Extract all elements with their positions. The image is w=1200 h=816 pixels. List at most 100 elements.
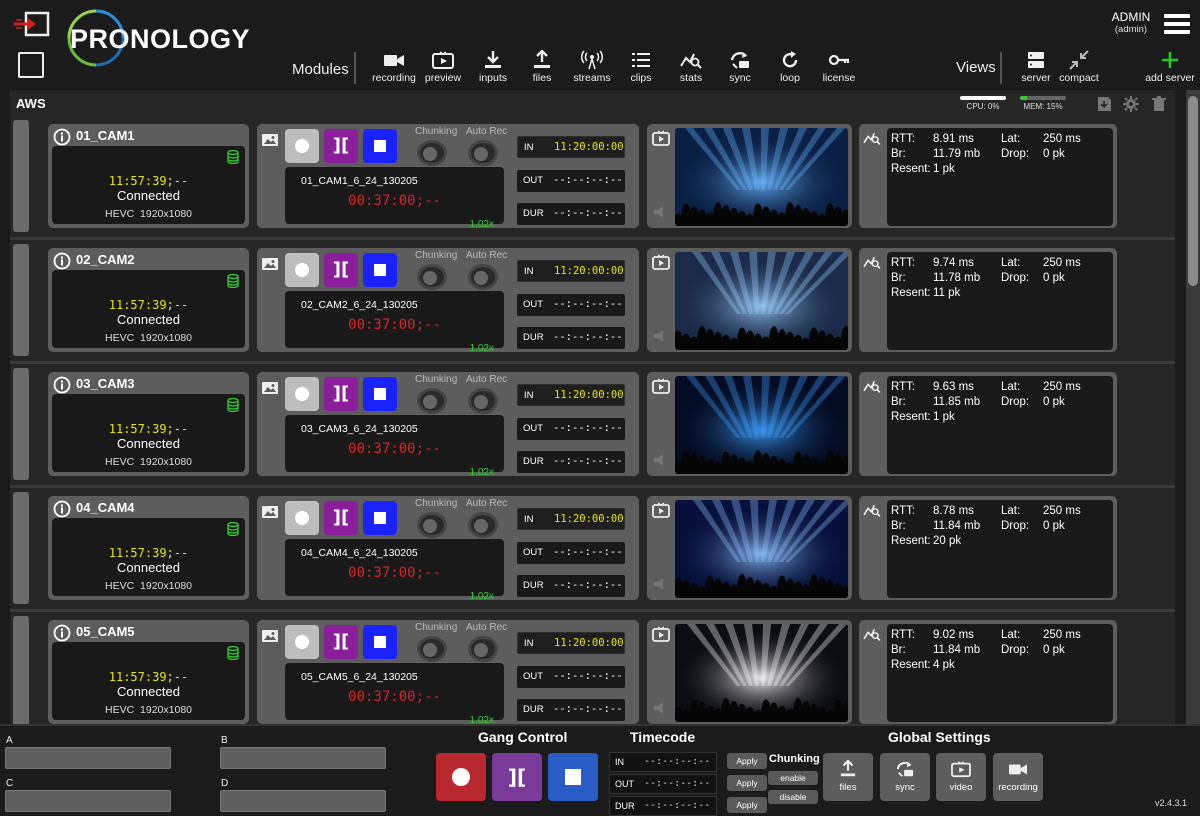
tc-in-field[interactable]: IN 11:20:00:00 [517,632,625,654]
auto-rec-toggle[interactable] [468,388,498,414]
image-icon[interactable] [261,380,279,396]
tc-dur-field[interactable]: DUR --:--:--:-- [517,575,625,597]
field-d-input[interactable] [220,790,386,812]
tv-play-icon[interactable] [652,130,670,146]
camera-preview-image[interactable] [675,376,848,474]
user-menu[interactable]: ADMIN (admin) [1108,10,1154,35]
tv-play-icon[interactable] [652,502,670,518]
save-icon[interactable] [1096,96,1112,112]
hamburger-menu-icon[interactable] [1164,14,1190,34]
apply-out-button[interactable]: Apply [727,775,767,791]
info-icon[interactable] [53,500,71,518]
record-button[interactable] [285,129,319,163]
split-button[interactable]: ][ [324,377,358,411]
stats-icon[interactable] [863,378,881,394]
stop-button[interactable] [363,253,397,287]
image-icon[interactable] [261,628,279,644]
image-icon[interactable] [261,504,279,520]
info-icon[interactable] [53,128,71,146]
stop-button[interactable] [363,377,397,411]
volume-icon[interactable] [652,700,670,716]
info-icon[interactable] [53,624,71,642]
camera-preview-image[interactable] [675,500,848,598]
auto-rec-toggle[interactable] [468,264,498,290]
gang-stop-button[interactable] [548,753,598,801]
chunking-toggle[interactable] [417,264,447,290]
split-button[interactable]: ][ [324,129,358,163]
chunking-enable-button[interactable]: enable [768,771,818,785]
gang-record-button[interactable] [436,753,486,801]
global-recording-button[interactable]: recording [993,753,1043,801]
gear-icon[interactable] [1123,96,1139,112]
apply-in-button[interactable]: Apply [727,753,767,769]
chunking-toggle[interactable] [417,512,447,538]
exit-icon[interactable] [12,10,52,38]
tc-in-field[interactable]: IN 11:20:00:00 [517,508,625,530]
split-button[interactable]: ][ [324,253,358,287]
camera-preview-image[interactable] [675,128,848,226]
tc-out-field[interactable]: OUT --:--:--:-- [517,170,625,192]
record-button[interactable] [285,377,319,411]
stats-icon[interactable] [863,502,881,518]
auto-rec-toggle[interactable] [468,636,498,662]
tc-in-field[interactable]: IN 11:20:00:00 [517,260,625,282]
view-add-server-button[interactable]: add server [1140,50,1200,88]
tc-dur-field[interactable]: DUR --:--:--:-- [517,699,625,721]
stop-button[interactable] [363,129,397,163]
volume-icon[interactable] [652,576,670,592]
stats-icon[interactable] [863,130,881,146]
volume-icon[interactable] [652,328,670,344]
drag-handle[interactable] [13,244,29,356]
tc-dur-field[interactable]: DUR --:--:--:-- [517,203,625,225]
chunking-disable-button[interactable]: disable [768,790,818,804]
stats-icon[interactable] [863,626,881,642]
view-compact-button[interactable]: compact [1049,50,1109,88]
image-icon[interactable] [261,256,279,272]
tc-dur-field[interactable]: DUR --:--:--:-- [517,451,625,473]
auto-rec-toggle[interactable] [468,512,498,538]
tc-in-field[interactable]: IN 11:20:00:00 [517,136,625,158]
global-files-button[interactable]: files [823,753,873,801]
split-button[interactable]: ][ [324,625,358,659]
apply-dur-button[interactable]: Apply [727,797,767,813]
volume-icon[interactable] [652,204,670,220]
chunking-toggle[interactable] [417,140,447,166]
drag-handle[interactable] [13,368,29,480]
stats-icon[interactable] [863,254,881,270]
tc-out-field[interactable]: OUT --:--:--:-- [517,666,625,688]
select-all-checkbox[interactable] [18,52,44,78]
tc-dur-field[interactable]: DUR --:--:--:-- [517,327,625,349]
info-icon[interactable] [53,252,71,270]
gang-split-button[interactable]: ][ [492,753,542,801]
field-b-input[interactable] [220,747,386,769]
scrollbar-thumb[interactable] [1188,96,1198,286]
tv-play-icon[interactable] [652,378,670,394]
tc-out-field[interactable]: OUT --:--:--:-- [517,294,625,316]
trash-icon[interactable] [1151,96,1167,112]
tv-play-icon[interactable] [652,626,670,642]
drag-handle[interactable] [13,120,29,232]
camera-preview-image[interactable] [675,252,848,350]
module-license-button[interactable]: license [809,50,869,88]
tc-out-field[interactable]: OUT --:--:--:-- [517,418,625,440]
stop-button[interactable] [363,501,397,535]
auto-rec-toggle[interactable] [468,140,498,166]
volume-icon[interactable] [652,452,670,468]
field-a-input[interactable] [5,747,171,769]
global-video-button[interactable]: video [936,753,986,801]
tc-out-field[interactable]: OUT --:--:--:-- [517,542,625,564]
record-button[interactable] [285,253,319,287]
field-c-input[interactable] [5,790,171,812]
split-button[interactable]: ][ [324,501,358,535]
chunking-toggle[interactable] [417,388,447,414]
gang-tc-dur[interactable]: DUR --:--:--:-- [609,796,717,816]
tc-in-field[interactable]: IN 11:20:00:00 [517,384,625,406]
record-button[interactable] [285,501,319,535]
tv-play-icon[interactable] [652,254,670,270]
stop-button[interactable] [363,625,397,659]
info-icon[interactable] [53,376,71,394]
image-icon[interactable] [261,132,279,148]
gang-tc-out[interactable]: OUT --:--:--:-- [609,774,717,794]
gang-tc-in[interactable]: IN --:--:--:-- [609,752,717,772]
global-sync-button[interactable]: sync [880,753,930,801]
